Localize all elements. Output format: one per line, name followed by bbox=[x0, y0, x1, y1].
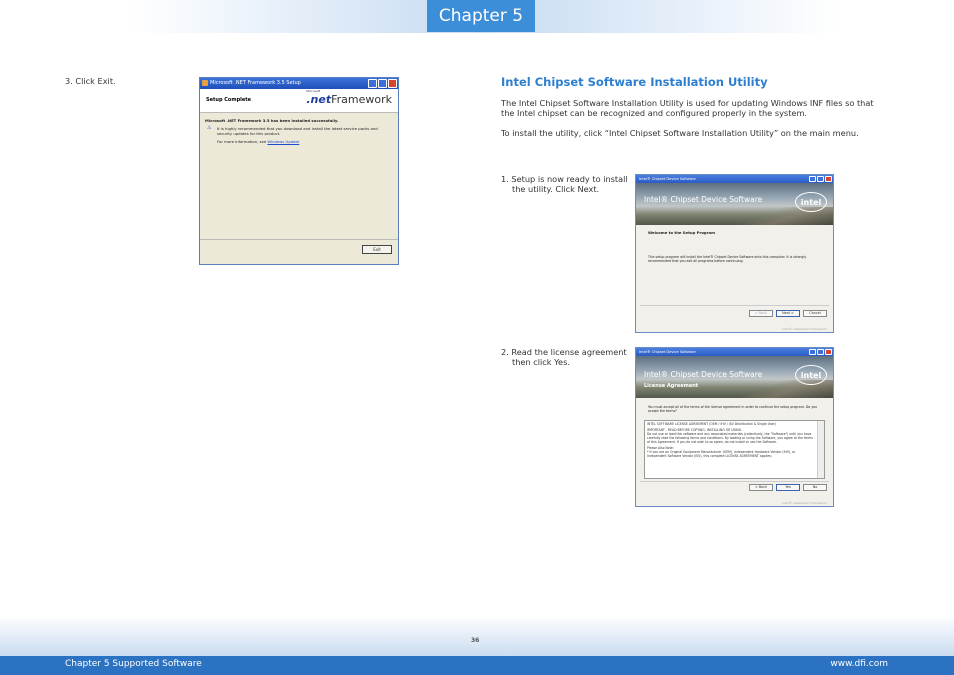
back-button[interactable]: < Back bbox=[749, 484, 773, 491]
cancel-button[interactable]: Cancel bbox=[803, 310, 827, 317]
info-icon: ⚠ bbox=[207, 125, 212, 131]
section-title: Intel Chipset Software Installation Util… bbox=[501, 75, 768, 89]
banner-subtitle: License Agreement bbox=[644, 383, 699, 389]
net-body: Microsoft .NET Framework 3.5 has been in… bbox=[205, 118, 393, 144]
success-message: Microsoft .NET Framework 3.5 has been in… bbox=[205, 118, 339, 123]
net-framework-logo: Microsoft .netFramework bbox=[306, 89, 392, 106]
next-button[interactable]: Next > bbox=[776, 310, 800, 317]
wizard-buttons: < Back Yes No bbox=[749, 484, 827, 491]
minimize-icon[interactable] bbox=[809, 349, 816, 355]
step-2-text: 2. Read the license agreement then click… bbox=[501, 347, 627, 367]
intel-banner: Intel® Chipset Device Software intel bbox=[636, 183, 833, 225]
yes-button[interactable]: Yes bbox=[776, 484, 800, 491]
footer-website[interactable]: www.dfi.com bbox=[830, 659, 888, 669]
installer-footer: Intel® Installation Framework bbox=[782, 501, 827, 505]
banner-title: Intel® Chipset Device Software bbox=[644, 195, 763, 204]
maximize-icon[interactable] bbox=[378, 79, 387, 88]
license-scrollbar[interactable] bbox=[817, 421, 824, 478]
minimize-icon[interactable] bbox=[368, 79, 377, 88]
net-header: Setup Complete Microsoft .netFramework bbox=[200, 89, 398, 113]
intel-logo-icon: intel bbox=[795, 365, 827, 385]
chapter-tab: Chapter 5 bbox=[427, 0, 535, 32]
license-intro: You must accept all of the terms of the … bbox=[648, 405, 818, 414]
installer-footer: Intel® Installation Framework bbox=[782, 327, 827, 331]
page-number: 36 bbox=[471, 637, 480, 644]
windows-update-link[interactable]: Windows Update bbox=[267, 139, 299, 144]
intro-paragraph: The Intel Chipset Software Installation … bbox=[501, 98, 874, 118]
no-button[interactable]: No bbox=[803, 484, 827, 491]
welcome-heading: Welcome to the Setup Program bbox=[648, 230, 716, 235]
close-icon[interactable] bbox=[825, 176, 832, 182]
intel-window-titlebar: Intel® Chipset Device Software bbox=[636, 348, 833, 356]
footer-gradient bbox=[0, 615, 954, 657]
more-info-text: For more information, see bbox=[217, 139, 267, 144]
wizard-buttons: < Back Next > Cancel bbox=[749, 310, 827, 317]
maximize-icon[interactable] bbox=[817, 176, 824, 182]
minimize-icon[interactable] bbox=[809, 176, 816, 182]
step-3-text: 3. Click Exit. bbox=[65, 76, 116, 86]
divider bbox=[200, 239, 398, 240]
maximize-icon[interactable] bbox=[817, 349, 824, 355]
recommend-text: It is highly recommended that you downlo… bbox=[217, 126, 378, 136]
exit-button[interactable]: Exit bbox=[362, 245, 392, 254]
welcome-text: This setup program will install the Inte… bbox=[648, 255, 807, 264]
instruction-paragraph: To install the utility, click “Intel Chi… bbox=[501, 128, 859, 138]
intel-logo-icon: intel bbox=[795, 192, 827, 212]
net-setup-window: Microsoft .NET Framework 3.5 Setup Setup… bbox=[199, 77, 399, 265]
close-icon[interactable] bbox=[388, 79, 397, 88]
back-button[interactable]: < Back bbox=[749, 310, 773, 317]
net-window-title: Microsoft .NET Framework 3.5 Setup bbox=[210, 80, 301, 86]
license-textbox[interactable]: INTEL SOFTWARE LICENSE AGREEMENT (OEM / … bbox=[644, 420, 825, 479]
footer-chapter: Chapter 5 Supported Software bbox=[65, 659, 202, 669]
close-icon[interactable] bbox=[825, 349, 832, 355]
intel-license-window: Intel® Chipset Device Software Intel® Ch… bbox=[635, 347, 834, 507]
welcome-body: Welcome to the Setup Program This setup … bbox=[648, 230, 825, 264]
intel-banner: Intel® Chipset Device Software License A… bbox=[636, 356, 833, 398]
intel-window-titlebar: Intel® Chipset Device Software bbox=[636, 175, 833, 183]
banner-title: Intel® Chipset Device Software bbox=[644, 370, 763, 379]
net-window-titlebar: Microsoft .NET Framework 3.5 Setup bbox=[200, 78, 398, 89]
app-icon bbox=[202, 80, 208, 86]
step-1-text: 1. Setup is now ready to install the uti… bbox=[501, 174, 628, 194]
intel-welcome-window: Intel® Chipset Device Software Intel® Ch… bbox=[635, 174, 834, 333]
setup-complete-heading: Setup Complete bbox=[206, 97, 252, 103]
footer-bar: Chapter 5 Supported Software www.dfi.com bbox=[0, 656, 954, 675]
